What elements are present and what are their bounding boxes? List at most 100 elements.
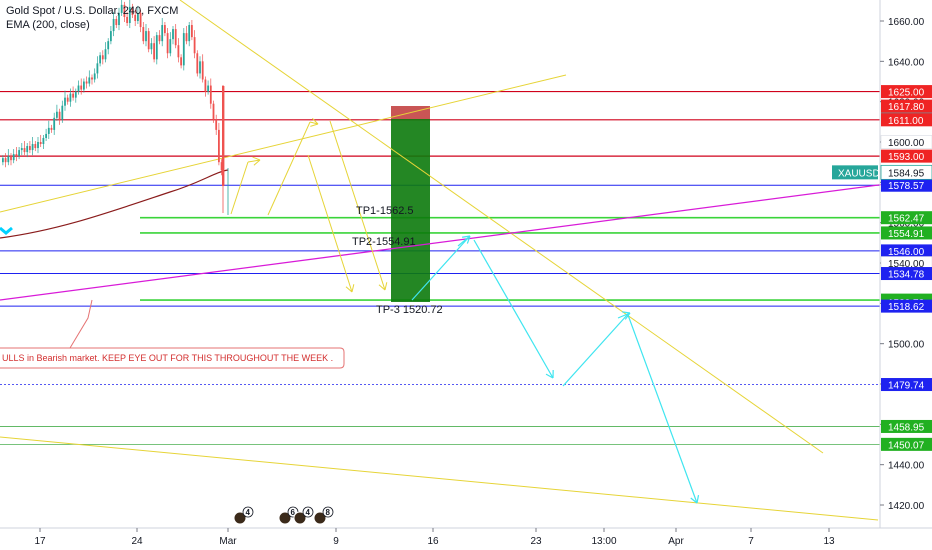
- price-tag-value: 1518.62: [888, 302, 925, 313]
- candle: [193, 37, 196, 54]
- projection-arrow-cyan-head: [696, 495, 700, 504]
- candle: [39, 142, 42, 145]
- projection-arrow-cyan: [473, 239, 554, 379]
- price-tag-value: 1534.78: [888, 270, 925, 281]
- projection-arrow-head: [351, 284, 355, 293]
- candle: [182, 33, 185, 66]
- candle: [18, 150, 20, 157]
- candle: [93, 73, 96, 80]
- projection-arrow-head: [310, 123, 319, 127]
- candle: [204, 79, 207, 92]
- candle: [45, 133, 47, 138]
- candle: [218, 129, 220, 163]
- candle: [80, 85, 83, 90]
- current-price-value: 1584.95: [888, 168, 925, 179]
- price-tag-value: 1578.57: [888, 181, 925, 192]
- price-tick-label: 1440.00: [888, 461, 925, 472]
- projection-path: [230, 161, 249, 215]
- price-tag-value: 1625.00: [888, 88, 925, 99]
- projection-arrow-head: [252, 156, 261, 161]
- candle: [31, 144, 34, 151]
- candle: [188, 25, 191, 42]
- candle: [83, 81, 85, 90]
- candle: [23, 148, 26, 153]
- candle: [47, 127, 50, 134]
- candle: [91, 77, 93, 80]
- candle: [212, 103, 215, 120]
- projection-path-cyan: [562, 313, 629, 387]
- time-tick-label: Mar: [219, 536, 237, 547]
- candle: [61, 105, 64, 120]
- cyan-marker: [0, 226, 13, 235]
- candle: [158, 35, 161, 42]
- price-tag-value: 1546.00: [888, 247, 925, 258]
- price-tag-value: 1593.00: [888, 152, 925, 163]
- tp1-label: TP1-1562.5: [356, 205, 413, 217]
- candle: [96, 63, 99, 74]
- candle: [145, 31, 147, 42]
- candle: [77, 85, 80, 92]
- candle: [10, 156, 12, 161]
- candle: [29, 146, 31, 151]
- candle: [34, 144, 37, 149]
- candle: [166, 33, 169, 54]
- time-tick-label: 9: [333, 536, 339, 547]
- candle: [101, 55, 104, 60]
- candle: [50, 127, 53, 130]
- time-tick-label: Apr: [668, 536, 684, 547]
- candle: [4, 158, 7, 163]
- time-tick-label: 16: [427, 536, 439, 547]
- tp2-label: TP2-1554.91: [352, 236, 416, 248]
- event-badge-count: 4: [306, 508, 311, 517]
- candle: [153, 43, 155, 60]
- price-tag-value: 1479.74: [888, 381, 925, 392]
- candle: [180, 57, 182, 66]
- candle: [209, 85, 212, 104]
- price-tag-value: 1458.95: [888, 422, 925, 433]
- price-tag-value: 1617.80: [888, 102, 925, 113]
- trend-line-falling: [179, 0, 824, 454]
- candle: [7, 156, 10, 163]
- candle: [199, 61, 201, 74]
- candle: [37, 142, 39, 149]
- trend-line-lower: [0, 436, 879, 521]
- candle: [191, 25, 193, 38]
- candle: [107, 41, 110, 50]
- note-text: ULLS in Bearish market. KEEP EYE OUT FOR…: [2, 353, 333, 363]
- candle: [72, 93, 74, 98]
- candle: [85, 81, 88, 84]
- candle: [222, 86, 225, 186]
- price-tag-value: 1562.47: [888, 214, 925, 225]
- projection-path: [267, 121, 311, 216]
- chart-canvas[interactable]: TP1-1562.5 TP2-1554.91 TP-3 1520.72 ULLS in…: [0, 0, 932, 550]
- candle: [207, 85, 209, 92]
- candle: [12, 154, 15, 161]
- legend-indicator: EMA (200, close): [6, 19, 90, 31]
- candle: [58, 111, 61, 120]
- chart-area[interactable]: TP1-1562.5 TP2-1554.91 TP-3 1520.72 ULLS in…: [0, 0, 932, 550]
- candle: [20, 148, 23, 151]
- candle: [99, 55, 101, 64]
- candle: [196, 53, 199, 74]
- candle: [215, 119, 218, 130]
- candle: [155, 35, 158, 60]
- tp3-label: TP-3 1520.72: [376, 304, 443, 316]
- price-tag-value: 1600.00: [888, 138, 925, 149]
- candle: [53, 117, 56, 130]
- candle: [104, 49, 107, 60]
- projection-arrow: [307, 154, 353, 293]
- current-symbol-label: XAUUSD: [838, 168, 880, 179]
- chart-legend: Gold Spot / U.S. Dollar, 240, FXCM EMA (…: [6, 4, 178, 32]
- candle: [201, 61, 204, 80]
- price-tick-label: 1640.00: [888, 57, 925, 68]
- time-tick-label: 7: [748, 536, 754, 547]
- time-tick-label: 13: [823, 536, 835, 547]
- candle: [26, 146, 29, 153]
- price-tick-label: 1500.00: [888, 340, 925, 351]
- time-tick-label: 23: [530, 536, 542, 547]
- time-tick-label: 13:00: [591, 536, 616, 547]
- candle: [88, 77, 91, 84]
- candle: [42, 137, 45, 145]
- price-tag-value: 1450.07: [888, 440, 925, 451]
- projection-arrow-head: [384, 282, 388, 291]
